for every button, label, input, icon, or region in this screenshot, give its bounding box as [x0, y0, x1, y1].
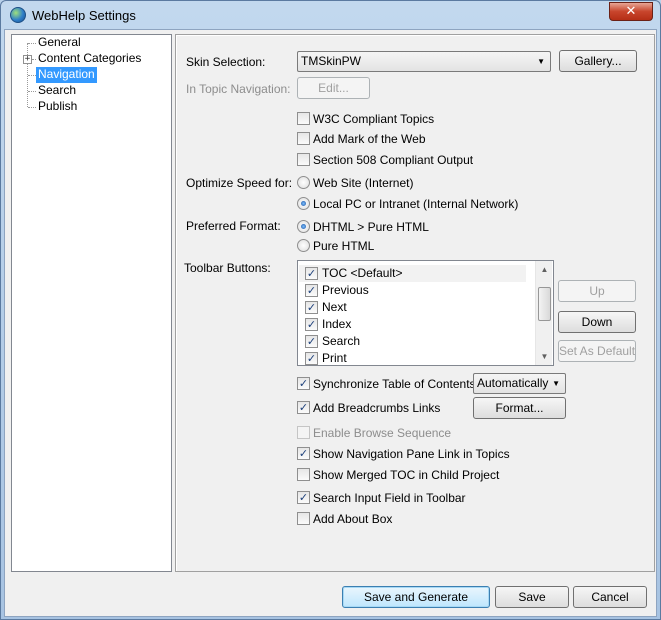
- format-dhtml-label: DHTML > Pure HTML: [313, 220, 429, 234]
- optimize-local-pc-label: Local PC or Intranet (Internal Network): [313, 197, 519, 211]
- optimize-local-pc-radio[interactable]: [297, 197, 310, 210]
- list-item-label: Index: [322, 317, 352, 331]
- list-item[interactable]: ✓ Print: [299, 350, 526, 365]
- w3c-compliant-checkbox[interactable]: [297, 112, 310, 125]
- skin-selection-label: Skin Selection:: [186, 55, 266, 69]
- skin-selection-value: TMSkinPW: [301, 54, 361, 68]
- scroll-down-arrow-icon[interactable]: ▼: [536, 348, 553, 365]
- list-item[interactable]: ✓ Index: [299, 316, 526, 333]
- toolbar-buttons-list[interactable]: ✓ TOC <Default> ✓ Previous ✓ Next ✓ Inde…: [297, 260, 554, 366]
- breadcrumbs-label: Add Breadcrumbs Links: [313, 401, 441, 415]
- list-item[interactable]: ✓ Previous: [299, 282, 526, 299]
- toolbar-print-checkbox[interactable]: ✓: [305, 352, 318, 365]
- search-input-field-label: Search Input Field in Toolbar: [313, 491, 466, 505]
- skin-selection-dropdown[interactable]: TMSkinPW ▼: [297, 51, 551, 72]
- toolbar-search-checkbox[interactable]: ✓: [305, 335, 318, 348]
- optimize-web-site-radio[interactable]: [297, 176, 310, 189]
- move-down-button[interactable]: Down: [558, 311, 636, 333]
- navigation-settings-panel: Skin Selection: TMSkinPW ▼ Gallery... In…: [175, 34, 655, 572]
- list-item-label: Previous: [322, 283, 369, 297]
- cancel-button[interactable]: Cancel: [573, 586, 647, 608]
- close-button[interactable]: ✕: [609, 2, 653, 21]
- list-scrollbar[interactable]: ▲ ▼: [535, 261, 552, 365]
- move-up-button[interactable]: Up: [558, 280, 636, 302]
- section-508-checkbox[interactable]: [297, 153, 310, 166]
- section-508-label: Section 508 Compliant Output: [313, 153, 474, 167]
- browse-sequence-checkbox[interactable]: [297, 426, 310, 439]
- toolbar-buttons-label: Toolbar Buttons:: [184, 261, 271, 275]
- format-pure-html-radio[interactable]: [297, 239, 310, 252]
- about-box-checkbox[interactable]: [297, 512, 310, 525]
- sync-toc-mode-dropdown[interactable]: Automatically ▼: [473, 373, 566, 394]
- window-title: WebHelp Settings: [32, 8, 136, 23]
- format-pure-html-label: Pure HTML: [313, 239, 375, 253]
- show-nav-pane-link-checkbox[interactable]: ✓: [297, 447, 310, 460]
- dialog-client-area: + General Content Categories Navigation …: [4, 29, 657, 617]
- toolbar-previous-checkbox[interactable]: ✓: [305, 284, 318, 297]
- save-button[interactable]: Save: [495, 586, 569, 608]
- optimize-web-site-label: Web Site (Internet): [313, 176, 414, 190]
- app-globe-icon: [10, 7, 26, 23]
- merged-toc-label: Show Merged TOC in Child Project: [313, 468, 500, 482]
- mark-of-web-label: Add Mark of the Web: [313, 132, 426, 146]
- mark-of-web-checkbox[interactable]: [297, 132, 310, 145]
- breadcrumbs-checkbox[interactable]: ✓: [297, 401, 310, 414]
- list-item[interactable]: ✓ TOC <Default>: [299, 265, 526, 282]
- toolbar-next-checkbox[interactable]: ✓: [305, 301, 318, 314]
- scroll-up-arrow-icon[interactable]: ▲: [536, 261, 553, 278]
- optimize-speed-label: Optimize Speed for:: [186, 176, 293, 190]
- about-box-label: Add About Box: [313, 512, 393, 526]
- list-item[interactable]: ✓ Next: [299, 299, 526, 316]
- webhelp-settings-window: WebHelp Settings ✕ + General Content Cat…: [0, 0, 661, 620]
- toolbar-toc-checkbox[interactable]: ✓: [305, 267, 318, 280]
- list-item-label: TOC <Default>: [322, 266, 403, 280]
- tree-item-search[interactable]: Search: [38, 83, 76, 99]
- list-item-label: Search: [322, 334, 361, 348]
- w3c-compliant-label: W3C Compliant Topics: [313, 112, 435, 126]
- search-input-field-checkbox[interactable]: ✓: [297, 491, 310, 504]
- sync-toc-mode-value: Automatically: [477, 376, 549, 390]
- tree-item-general[interactable]: General: [38, 35, 81, 51]
- tree-item-navigation[interactable]: Navigation: [36, 67, 97, 83]
- tree-item-content-categories[interactable]: Content Categories: [38, 51, 141, 67]
- show-nav-pane-link-label: Show Navigation Pane Link in Topics: [313, 447, 510, 461]
- format-dhtml-radio[interactable]: [297, 220, 310, 233]
- list-item-label: Print: [322, 351, 347, 365]
- settings-tree: + General Content Categories Navigation …: [11, 34, 172, 572]
- list-item-label: Next: [322, 300, 347, 314]
- title-bar[interactable]: WebHelp Settings ✕: [1, 1, 660, 29]
- toolbar-index-checkbox[interactable]: ✓: [305, 318, 318, 331]
- browse-sequence-label: Enable Browse Sequence: [313, 426, 452, 440]
- expand-plus-icon[interactable]: +: [23, 55, 32, 64]
- sync-toc-checkbox[interactable]: ✓: [297, 377, 310, 390]
- chevron-down-icon: ▼: [552, 379, 560, 388]
- tree-item-publish[interactable]: Publish: [38, 99, 77, 115]
- scroll-thumb[interactable]: [538, 287, 551, 321]
- sync-toc-label: Synchronize Table of Contents: [313, 377, 476, 391]
- gallery-button[interactable]: Gallery...: [559, 50, 637, 72]
- list-item[interactable]: ✓ Search: [299, 333, 526, 350]
- chevron-down-icon: ▼: [537, 57, 545, 66]
- merged-toc-checkbox[interactable]: [297, 468, 310, 481]
- in-topic-navigation-label: In Topic Navigation:: [186, 82, 291, 96]
- edit-button[interactable]: Edit...: [297, 77, 370, 99]
- set-as-default-button[interactable]: Set As Default: [558, 340, 636, 362]
- preferred-format-label: Preferred Format:: [186, 219, 281, 233]
- save-and-generate-button[interactable]: Save and Generate: [342, 586, 490, 608]
- breadcrumbs-format-button[interactable]: Format...: [473, 397, 566, 419]
